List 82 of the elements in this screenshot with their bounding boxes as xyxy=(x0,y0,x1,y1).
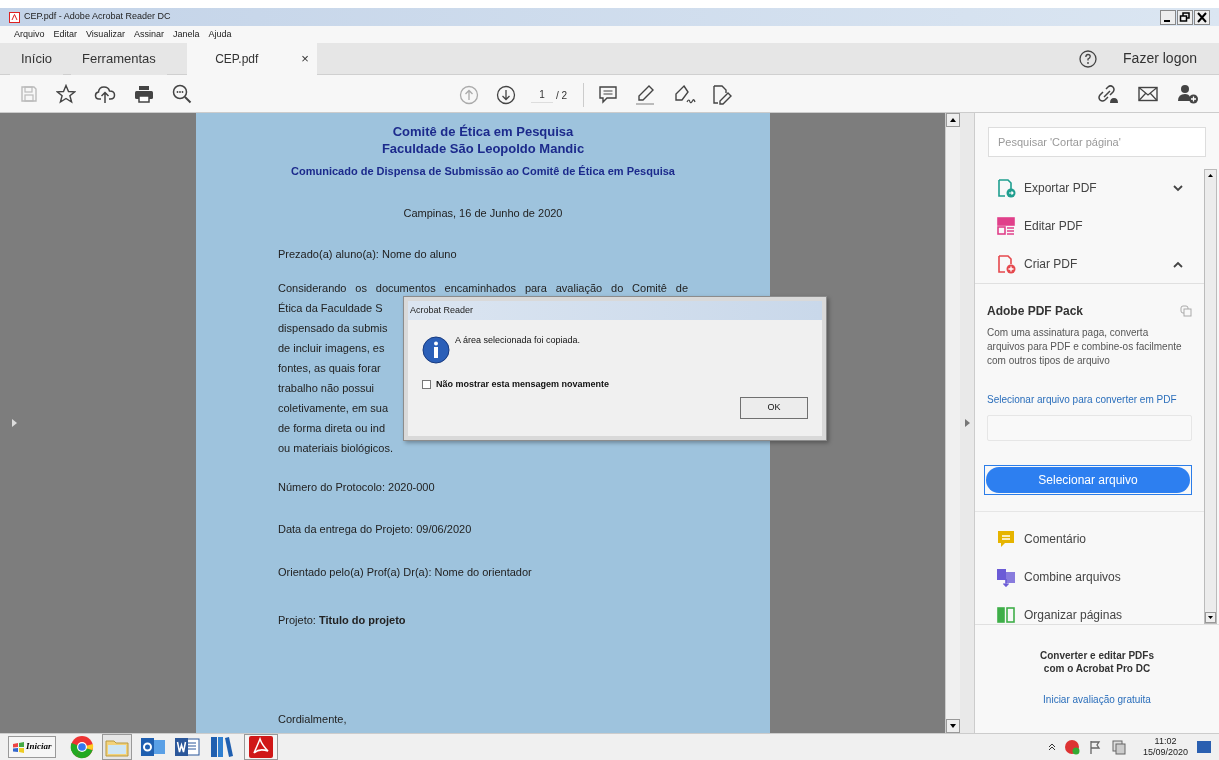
show-hidden-icons-icon[interactable] xyxy=(1048,743,1055,751)
star-icon[interactable] xyxy=(56,83,76,104)
highlighter-icon[interactable] xyxy=(634,84,657,106)
expand-left-panel-icon[interactable] xyxy=(12,419,17,427)
minimize-icon[interactable] xyxy=(1160,9,1176,25)
document-field: Orientado pelo(a) Prof(a) Dr(a): Nome do orientador xyxy=(278,563,688,580)
document-field: Data da entrega do Projeto: 09/06/2020 xyxy=(278,521,688,538)
mail-icon[interactable] xyxy=(1138,85,1158,102)
restore-icon[interactable] xyxy=(1177,9,1193,25)
comment-icon[interactable] xyxy=(598,85,619,105)
paragraph-line: trabalho não possui xyxy=(278,380,374,395)
clock-date: 15/09/2020 xyxy=(1142,747,1188,758)
clock-time: 11:02 xyxy=(1154,736,1177,747)
page-total: / 2 xyxy=(556,88,568,103)
menu-item[interactable]: Arquivo xyxy=(14,27,45,42)
document-subtitle: Comunicado de Dispensa de Submissão ao Comitê de Ética em Pesquisa xyxy=(291,164,675,179)
project-text: Projeto: Titulo do projeto xyxy=(278,613,407,628)
promo-text: Converter e editar PDFs xyxy=(1040,649,1154,662)
paragraph-line: fontes, as quais forar xyxy=(278,360,381,375)
start-button[interactable]: Iniciar xyxy=(8,736,56,758)
login-button[interactable]: Fazer logon xyxy=(1123,48,1197,69)
menu-item[interactable]: Visualizar xyxy=(86,27,125,42)
paragraph-line: Ética da Faculdade S xyxy=(278,300,383,315)
tool-item[interactable]: Criar PDF xyxy=(975,245,1204,283)
tool-item[interactable]: Comentário xyxy=(975,520,1204,558)
panel-scrollbar[interactable] xyxy=(1204,169,1217,624)
promo-text: com o Acrobat Pro DC xyxy=(1043,662,1151,675)
scroll-down-icon[interactable] xyxy=(946,719,960,733)
zoom-icon[interactable] xyxy=(172,83,192,104)
edit-document-icon[interactable] xyxy=(710,84,733,106)
document-heading: Comitê de Ética em Pesquisa xyxy=(392,123,574,140)
checkbox-label[interactable]: Não mostrar esta mensagem novamente xyxy=(436,378,610,392)
paragraph-line: de incluir imagens, es xyxy=(278,340,385,355)
next-page-icon[interactable] xyxy=(496,85,516,105)
chevron-down-icon[interactable] xyxy=(1173,184,1183,192)
ok-button[interactable]: OK xyxy=(740,397,808,419)
document-heading: Faculdade São Leopoldo Mandic xyxy=(381,140,585,157)
flag-icon[interactable] xyxy=(1088,740,1103,754)
tool-item[interactable]: Organizar páginas xyxy=(975,596,1204,634)
menu-item[interactable]: Janela xyxy=(172,27,200,42)
scroll-up-icon[interactable] xyxy=(946,113,960,127)
search-field[interactable]: Pesquisar 'Cortar página' xyxy=(988,127,1206,157)
pack-description: Com uma assinatura paga, converta arquivos para PDF e combine-os facilmente com outros tipos de arquivo xyxy=(987,326,1183,368)
tool-item[interactable]: Editar PDF xyxy=(975,207,1204,245)
window-title: CEP.pdf - Adobe Acrobat Reader DC xyxy=(24,10,171,24)
tab[interactable]: CEP.pdf × xyxy=(186,43,317,75)
collapse-right-panel-icon[interactable] xyxy=(964,419,970,427)
paragraph-line: de forma direta ou ind xyxy=(278,420,385,435)
windows-logo-icon xyxy=(12,741,25,753)
closing-text: Cordialmente, xyxy=(278,711,348,727)
info-icon xyxy=(422,336,450,364)
chevron-up-icon[interactable] xyxy=(1173,260,1183,268)
document-date: Campinas, 16 de Junho de 2020 xyxy=(403,205,563,221)
scroll-down-icon[interactable] xyxy=(1205,612,1216,623)
paragraph-line: coletivamente, em sua xyxy=(278,400,389,415)
menu-item[interactable]: Assinar xyxy=(133,27,164,42)
trial-link[interactable]: Iniciar avaliação gratuita xyxy=(1043,692,1151,707)
signature-pen-icon[interactable] xyxy=(672,84,697,106)
checkbox[interactable] xyxy=(422,380,431,390)
print-icon[interactable] xyxy=(134,84,154,103)
scrollbar[interactable] xyxy=(945,113,960,733)
menu-item[interactable]: Editar xyxy=(53,27,78,42)
page-number-field[interactable]: 1 xyxy=(531,87,553,103)
dialog-title: Acrobat Reader xyxy=(410,303,474,317)
paragraph-line: ou materiais biológicos. xyxy=(278,440,393,455)
dialog-message: A área selecionada foi copiada. xyxy=(455,334,581,347)
link-icon[interactable] xyxy=(1097,83,1119,104)
close-icon[interactable] xyxy=(1194,9,1210,25)
menu-item[interactable]: Ajuda xyxy=(208,27,232,42)
paragraph-line: Considerando os documentos encaminhados para avaliação do Comitê de xyxy=(278,280,688,295)
pack-title: Adobe PDF Pack xyxy=(987,303,1084,320)
paragraph-line: dispensado da submis xyxy=(278,320,388,335)
select-file-button[interactable]: Selecionar arquivo xyxy=(986,467,1190,493)
greeting-text: Prezado(a) aluno(a): Nome do aluno xyxy=(278,247,458,262)
document-field: Número do Protocolo: 2020-000 xyxy=(278,478,688,495)
add-user-icon[interactable] xyxy=(1177,83,1199,104)
cloud-upload-icon[interactable] xyxy=(94,83,116,104)
tab-close-button[interactable]: × xyxy=(301,49,309,69)
help-icon[interactable] xyxy=(1079,49,1098,68)
tool-item[interactable]: Exportar PDF xyxy=(975,169,1204,207)
convert-link[interactable]: Selecionar arquivo para converter em PDF xyxy=(987,392,1192,407)
tool-item[interactable]: Combine arquivos xyxy=(975,558,1204,596)
